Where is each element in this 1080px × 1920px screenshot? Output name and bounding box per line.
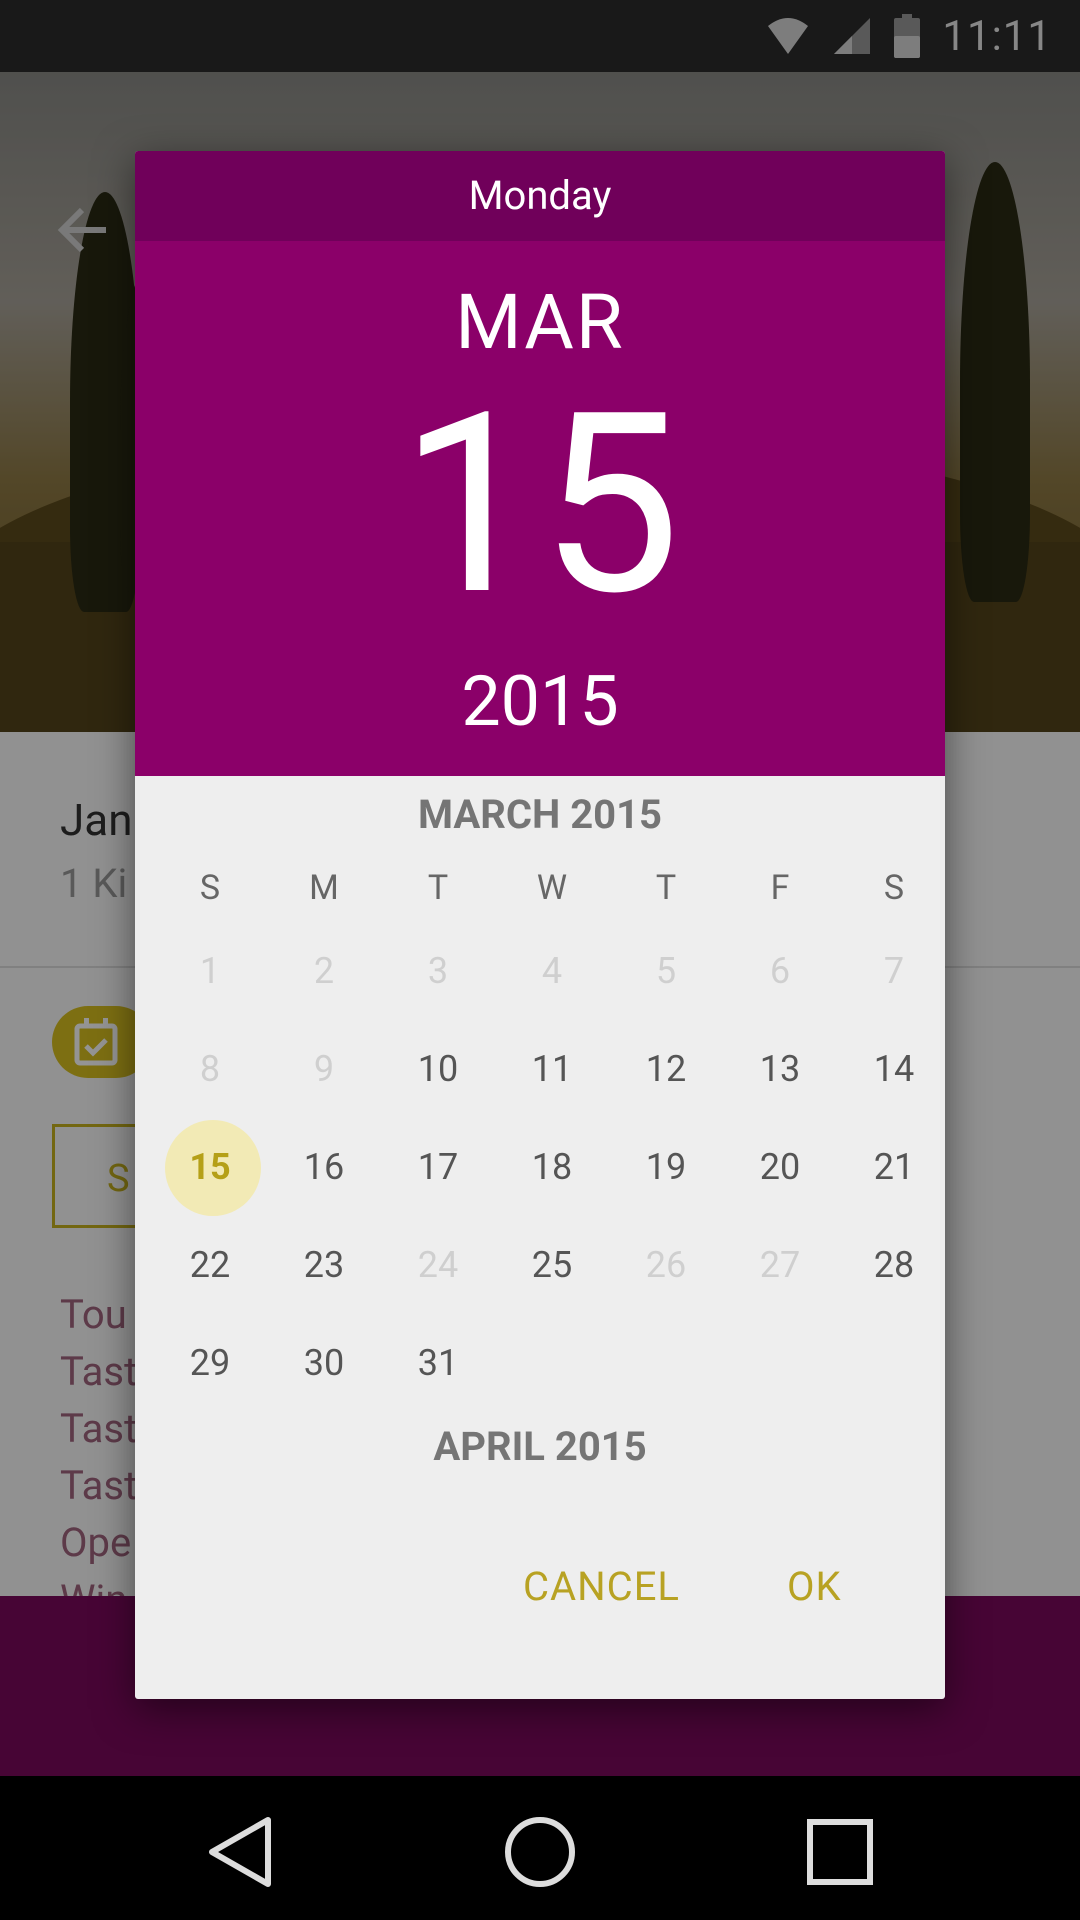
home-icon[interactable] xyxy=(500,1812,580,1892)
calendar-day[interactable]: 17 xyxy=(381,1118,495,1216)
calendar-day-label: 10 xyxy=(417,1048,459,1090)
weekday-label: S xyxy=(883,868,905,908)
selected-month[interactable]: MAR xyxy=(135,277,945,367)
calendar-day-label: 18 xyxy=(531,1146,573,1188)
calendar-day-label: 29 xyxy=(189,1342,231,1384)
calendar-day-label: 22 xyxy=(189,1244,231,1286)
calendar-day: 26 xyxy=(609,1216,723,1314)
calendar-day-label: 11 xyxy=(531,1048,573,1090)
calendar-day-label: 27 xyxy=(759,1244,801,1286)
calendar-day: 27 xyxy=(723,1216,837,1314)
calendar-day: 6 xyxy=(723,922,837,1020)
calendar-day-label: 3 xyxy=(427,950,449,992)
calendar-day-label: 16 xyxy=(303,1146,345,1188)
calendar-day[interactable]: 20 xyxy=(723,1118,837,1216)
calendar-day[interactable]: 31 xyxy=(381,1314,495,1412)
calendar-day-label: 17 xyxy=(417,1146,459,1188)
recents-icon[interactable] xyxy=(800,1812,880,1892)
calendar-day[interactable]: 16 xyxy=(267,1118,381,1216)
calendar-day[interactable]: 30 xyxy=(267,1314,381,1412)
calendar-day: 2 xyxy=(267,922,381,1020)
calendar-day-selected[interactable]: 15 xyxy=(153,1118,267,1216)
calendar-day-label: 12 xyxy=(645,1048,687,1090)
calendar-day: 5 xyxy=(609,922,723,1020)
calendar-day[interactable]: 13 xyxy=(723,1020,837,1118)
calendar-day-label: 26 xyxy=(645,1244,687,1286)
calendar-day[interactable]: 10 xyxy=(381,1020,495,1118)
calendar-day-label: 31 xyxy=(417,1342,459,1384)
calendar-day[interactable]: 21 xyxy=(837,1118,945,1216)
calendar-day[interactable]: 19 xyxy=(609,1118,723,1216)
cancel-button[interactable]: CANCEL xyxy=(523,1563,680,1610)
calendar-day-label: 9 xyxy=(313,1048,335,1090)
calendar-day-label: 15 xyxy=(189,1146,231,1188)
calendar-day: 9 xyxy=(267,1020,381,1118)
calendar-day[interactable]: 18 xyxy=(495,1118,609,1216)
calendar-day[interactable]: 11 xyxy=(495,1020,609,1118)
calendar-day[interactable]: 29 xyxy=(153,1314,267,1412)
calendar-day-label: 6 xyxy=(769,950,791,992)
calendar-day-label: 8 xyxy=(199,1048,221,1090)
calendar-day-label: 24 xyxy=(417,1244,459,1286)
calendar-day: 7 xyxy=(837,922,945,1020)
calendar-day: 1 xyxy=(153,922,267,1020)
calendar-day-label: 2 xyxy=(313,950,335,992)
weekday-label: T xyxy=(427,868,449,908)
calendar-day-label: 4 xyxy=(541,950,563,992)
date-picker-dialog: Monday MAR 15 2015 MARCH 2015 S M T W T … xyxy=(135,151,945,1699)
calendar-day[interactable]: 14 xyxy=(837,1020,945,1118)
calendar-month-title: MARCH 2015 xyxy=(417,791,663,838)
selected-day-of-week: Monday xyxy=(135,151,945,241)
calendar-day-label: 28 xyxy=(873,1244,915,1286)
selected-date[interactable]: 15 xyxy=(135,381,945,631)
calendar-day[interactable]: 25 xyxy=(495,1216,609,1314)
calendar-day-label: 13 xyxy=(759,1048,801,1090)
weekday-label: M xyxy=(309,868,339,908)
calendar-day-label: 1 xyxy=(199,950,221,992)
calendar-day[interactable]: 22 xyxy=(153,1216,267,1314)
back-icon[interactable] xyxy=(200,1812,280,1892)
calendar-day-label: 7 xyxy=(883,950,905,992)
weekday-label: F xyxy=(770,868,790,908)
calendar-day: 3 xyxy=(381,922,495,1020)
calendar-day-label: 19 xyxy=(645,1146,687,1188)
calendar-day: 24 xyxy=(381,1216,495,1314)
calendar-day-label: 5 xyxy=(655,950,677,992)
calendar-day-label: 25 xyxy=(531,1244,573,1286)
weekday-label: W xyxy=(536,868,568,908)
weekday-label: T xyxy=(655,868,677,908)
calendar-day[interactable]: 23 xyxy=(267,1216,381,1314)
navigation-bar xyxy=(0,1776,1080,1920)
ok-button[interactable]: OK xyxy=(787,1563,842,1610)
calendar-day-label: 30 xyxy=(303,1342,345,1384)
calendar-day-label: 23 xyxy=(303,1244,345,1286)
calendar-day[interactable]: 28 xyxy=(837,1216,945,1314)
calendar-day-label: 21 xyxy=(873,1146,915,1188)
next-month-title: APRIL 2015 xyxy=(433,1423,647,1470)
weekday-label: S xyxy=(199,868,221,908)
calendar-day-label: 20 xyxy=(759,1146,801,1188)
weekday-header: S M T W T F S xyxy=(135,868,945,918)
selected-year[interactable]: 2015 xyxy=(135,661,945,743)
calendar-day: 8 xyxy=(153,1020,267,1118)
calendar-day[interactable]: 12 xyxy=(609,1020,723,1118)
calendar-day-label: 14 xyxy=(873,1048,915,1090)
date-header: MAR 15 2015 xyxy=(135,241,945,776)
calendar-day: 4 xyxy=(495,922,609,1020)
